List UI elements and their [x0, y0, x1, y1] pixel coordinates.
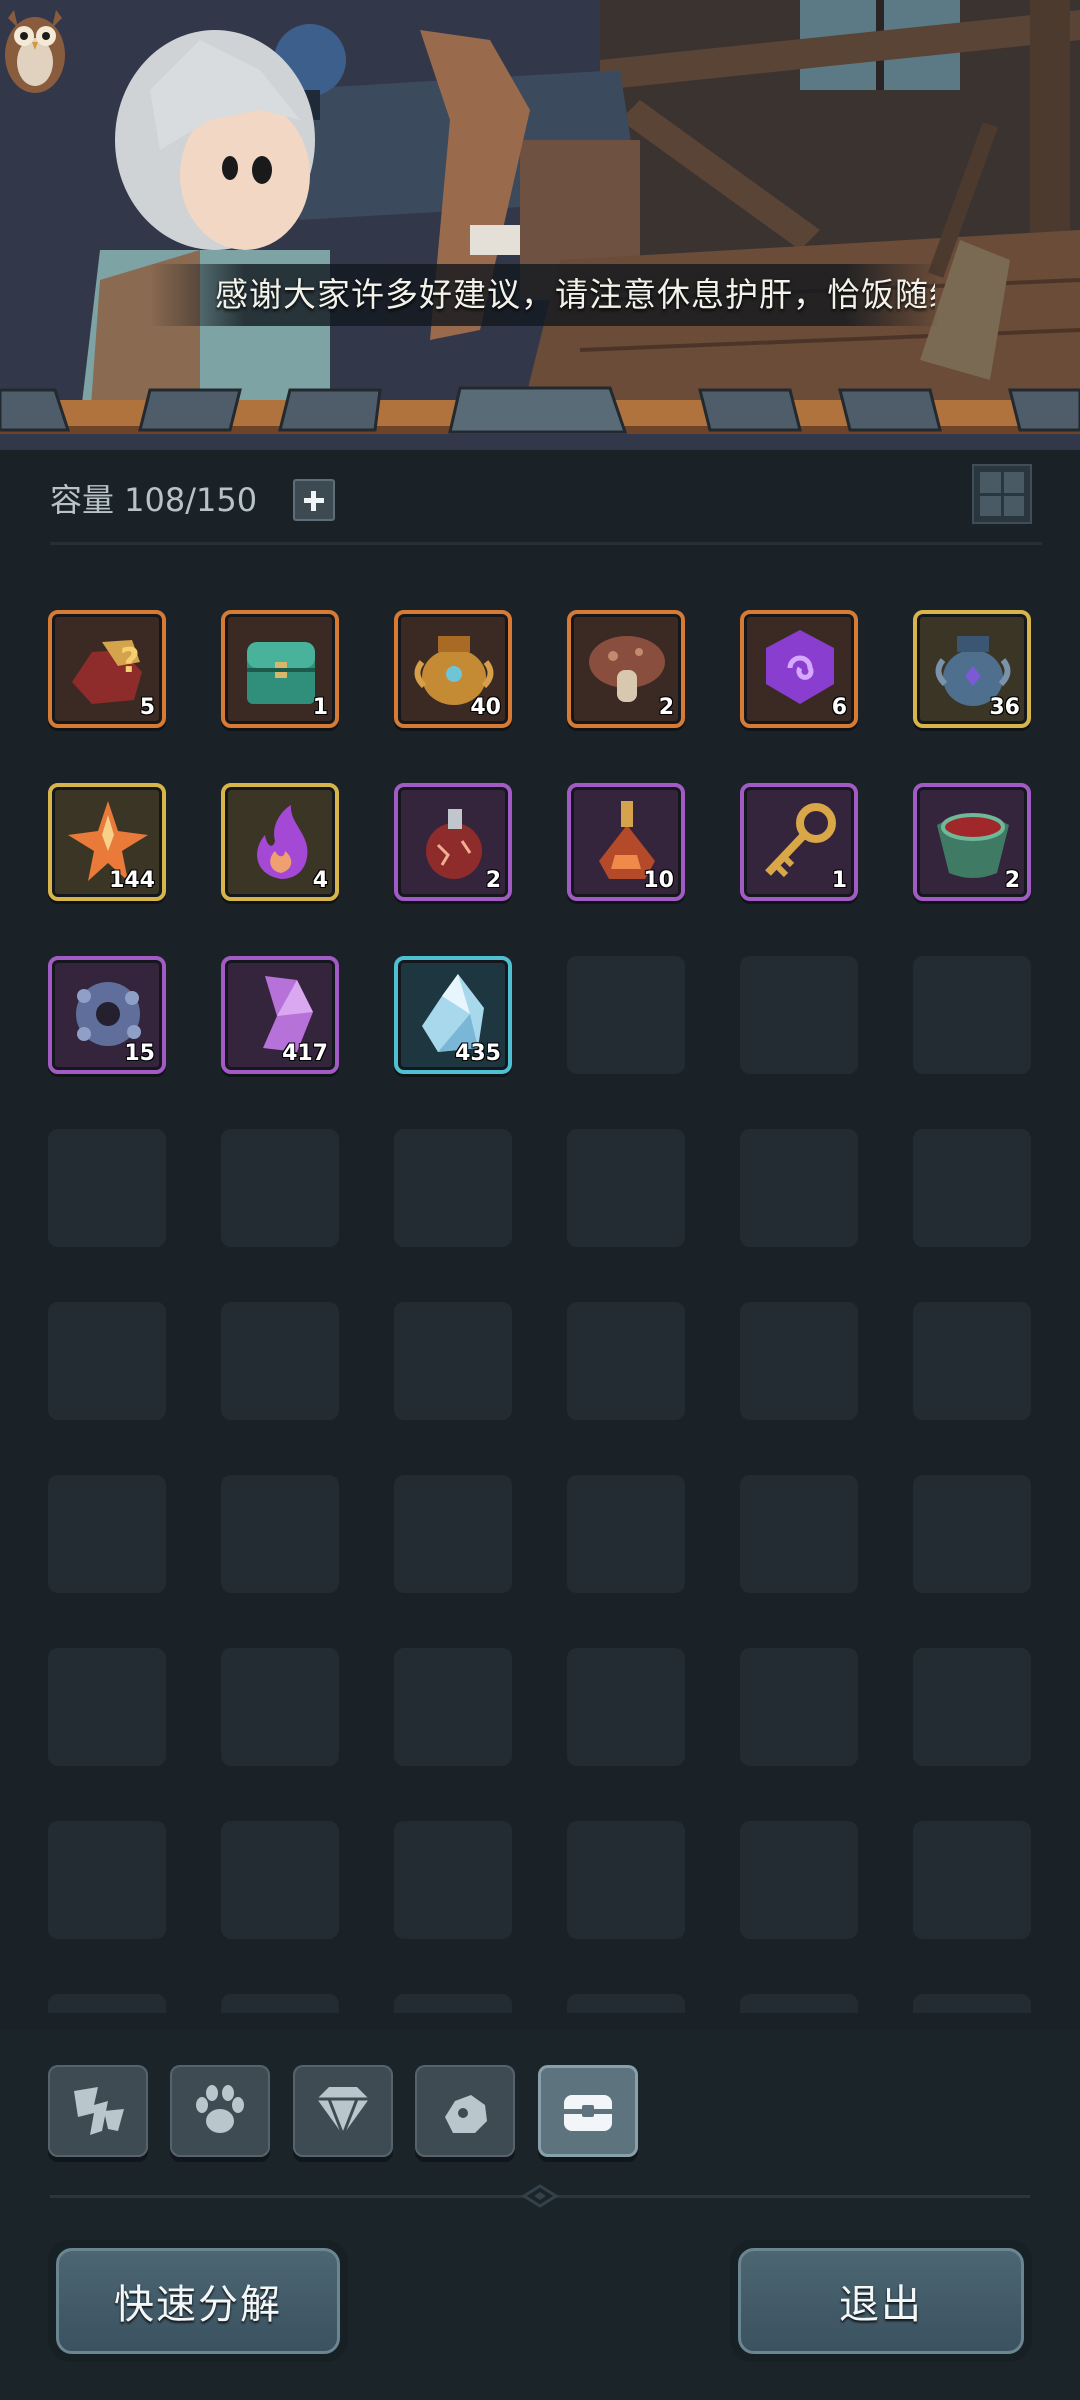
item-count: 1	[831, 868, 847, 893]
item-count: 6	[831, 695, 847, 720]
inventory-item-slot[interactable]: ? 5	[48, 610, 166, 728]
scene-banner: 感谢大家许多好建议，请注意休息护肝，恰饭随缘	[0, 0, 1080, 450]
empty-inventory-slot[interactable]	[740, 1129, 858, 1247]
item-count: 1	[312, 695, 328, 720]
empty-inventory-slot[interactable]	[913, 1302, 1031, 1420]
item-count: 15	[124, 1041, 155, 1066]
divider-ornament-icon	[522, 2184, 558, 2208]
item-count: 435	[455, 1041, 501, 1066]
stone-ledge	[0, 386, 1080, 434]
empty-inventory-slot[interactable]	[740, 956, 858, 1074]
empty-inventory-slot[interactable]	[567, 1129, 685, 1247]
empty-inventory-slot[interactable]	[567, 1821, 685, 1939]
empty-inventory-slot[interactable]	[740, 1994, 858, 2013]
empty-inventory-slot[interactable]	[394, 1129, 512, 1247]
inventory-item-slot[interactable]: 6	[740, 610, 858, 728]
tab-pets[interactable]	[170, 2065, 270, 2157]
item-count: 2	[485, 868, 501, 893]
item-count: 40	[470, 695, 501, 720]
capacity-label: 容量 108/150	[50, 481, 258, 519]
inventory-item-slot[interactable]: 4	[221, 783, 339, 901]
empty-inventory-slot[interactable]	[221, 1129, 339, 1247]
item-count: 5	[139, 695, 155, 720]
empty-inventory-slot[interactable]	[48, 1475, 166, 1593]
empty-inventory-slot[interactable]	[740, 1648, 858, 1766]
item-count: 2	[1004, 868, 1020, 893]
tab-weapons[interactable]	[48, 2065, 148, 2157]
empty-inventory-slot[interactable]	[48, 1129, 166, 1247]
empty-inventory-slot[interactable]	[221, 1475, 339, 1593]
paw-tab-icon	[196, 2085, 244, 2133]
empty-inventory-slot[interactable]	[913, 1994, 1031, 2013]
empty-inventory-slot[interactable]	[48, 1648, 166, 1766]
ore-tab-icon	[445, 2095, 487, 2133]
exit-button[interactable]: 退出	[730, 2240, 1032, 2362]
item-count: 2	[658, 695, 674, 720]
empty-inventory-slot[interactable]	[740, 1302, 858, 1420]
quick-decompose-button[interactable]: 快速分解	[48, 2240, 348, 2362]
inventory-item-slot[interactable]: 1	[221, 610, 339, 728]
empty-inventory-slot[interactable]	[567, 1475, 685, 1593]
tab-gems[interactable]	[293, 2065, 393, 2157]
inventory-item-slot[interactable]: 144	[48, 783, 166, 901]
empty-inventory-slot[interactable]	[567, 1648, 685, 1766]
inventory-item-slot[interactable]: 40	[394, 610, 512, 728]
quick-decompose-label: 快速分解	[56, 2248, 340, 2354]
inventory-item-slot[interactable]: 2	[567, 610, 685, 728]
empty-inventory-slot[interactable]	[567, 1302, 685, 1420]
item-count: 144	[109, 868, 155, 893]
inventory-item-slot[interactable]: 36	[913, 610, 1031, 728]
empty-inventory-slot[interactable]	[567, 1994, 685, 2013]
empty-inventory-slot[interactable]	[913, 1129, 1031, 1247]
tab-ores[interactable]	[415, 2065, 515, 2157]
weapon-tab-icon	[74, 2087, 124, 2135]
header-divider	[50, 542, 1042, 545]
empty-inventory-slot[interactable]	[394, 1302, 512, 1420]
item-count: 10	[643, 868, 674, 893]
scrolling-subtitle: 感谢大家许多好建议，请注意休息护肝，恰饭随缘	[215, 275, 935, 314]
inventory-item-slot[interactable]: 1	[740, 783, 858, 901]
inventory-item-slot[interactable]: 2	[913, 783, 1031, 901]
grid-view-toggle-button[interactable]	[972, 464, 1032, 524]
exit-label: 退出	[738, 2248, 1024, 2354]
owl-icon	[5, 10, 65, 93]
empty-inventory-slot[interactable]	[48, 1821, 166, 1939]
empty-inventory-slot[interactable]	[394, 1994, 512, 2013]
empty-inventory-slot[interactable]	[740, 1475, 858, 1593]
empty-inventory-slot[interactable]	[221, 1994, 339, 2013]
empty-inventory-slot[interactable]	[221, 1648, 339, 1766]
svg-text:?: ?	[120, 641, 140, 681]
inventory-item-slot[interactable]: 417	[221, 956, 339, 1074]
grid-view-icon	[980, 472, 1001, 493]
empty-inventory-slot[interactable]	[48, 1302, 166, 1420]
gem-tab-icon	[317, 2087, 369, 2140]
empty-inventory-slot[interactable]	[913, 1821, 1031, 1939]
empty-inventory-slot[interactable]	[221, 1302, 339, 1420]
empty-inventory-slot[interactable]	[913, 956, 1031, 1074]
inventory-item-slot[interactable]: 15	[48, 956, 166, 1074]
empty-inventory-slot[interactable]	[394, 1821, 512, 1939]
item-count: 36	[989, 695, 1020, 720]
item-count: 4	[312, 868, 328, 893]
empty-inventory-slot[interactable]	[740, 1821, 858, 1939]
empty-inventory-slot[interactable]	[221, 1821, 339, 1939]
item-count: 417	[282, 1041, 328, 1066]
chest-tab-icon	[564, 2095, 612, 2131]
empty-inventory-slot[interactable]	[913, 1648, 1031, 1766]
tab-chests[interactable]	[538, 2065, 638, 2157]
empty-inventory-slot[interactable]	[567, 956, 685, 1074]
inventory-item-slot[interactable]: 2	[394, 783, 512, 901]
empty-inventory-slot[interactable]	[913, 1475, 1031, 1593]
empty-inventory-slot[interactable]	[394, 1475, 512, 1593]
inventory-grid: ? 5 1 40 2 6 36 144 4 2 10 1 2 15 417 435	[0, 560, 1080, 2013]
inventory-item-slot[interactable]: 10	[567, 783, 685, 901]
inventory-item-slot[interactable]: 435	[394, 956, 512, 1074]
empty-inventory-slot[interactable]	[48, 1994, 166, 2013]
expand-capacity-button[interactable]	[293, 479, 335, 521]
empty-inventory-slot[interactable]	[394, 1648, 512, 1766]
